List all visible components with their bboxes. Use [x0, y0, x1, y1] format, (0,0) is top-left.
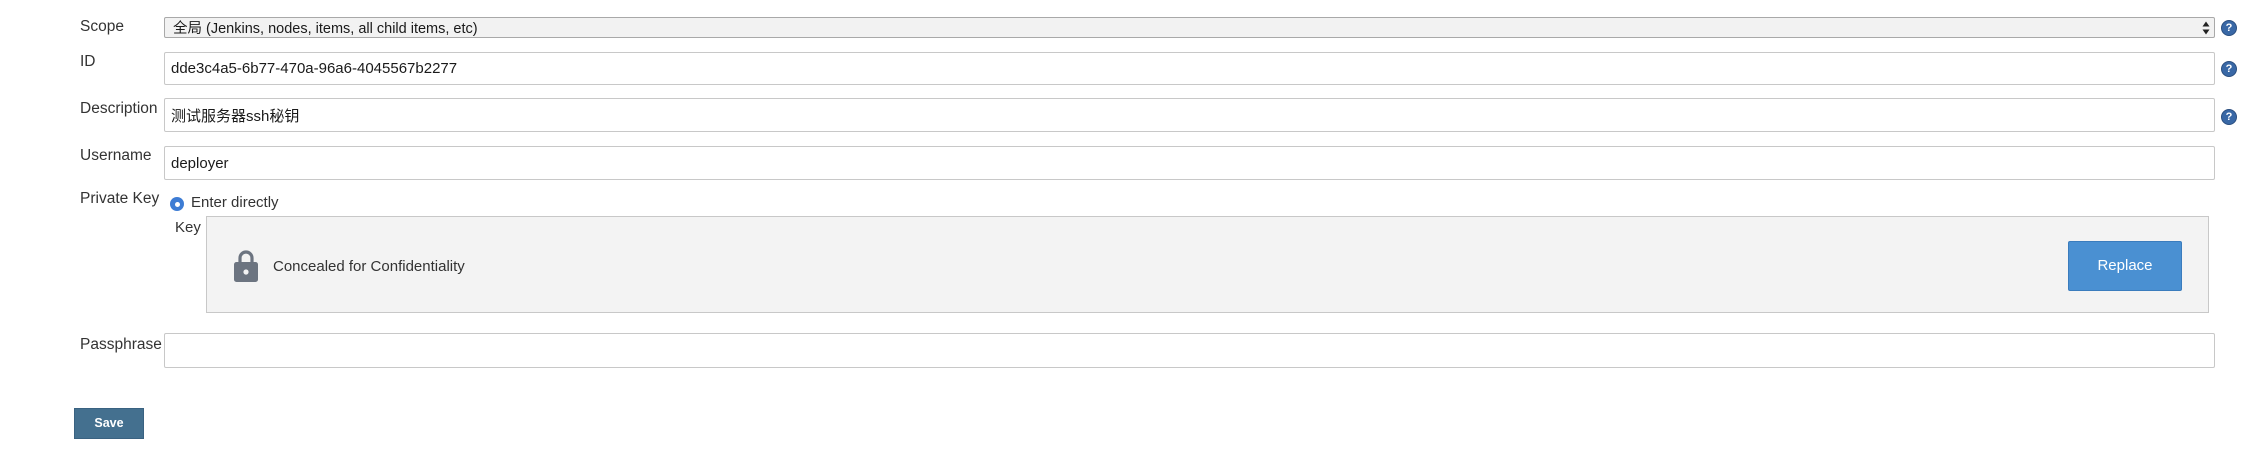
- username-input[interactable]: deployer: [164, 146, 2215, 180]
- description-label: Description: [80, 100, 158, 117]
- lock-icon: [234, 250, 258, 282]
- enter-directly-label: Enter directly: [191, 194, 279, 211]
- scope-select[interactable]: 全局 (Jenkins, nodes, items, all child ite…: [164, 17, 2215, 38]
- select-arrows-icon: [2202, 21, 2210, 35]
- scope-help-icon[interactable]: ?: [2221, 20, 2237, 36]
- username-label: Username: [80, 147, 152, 164]
- key-label: Key: [175, 219, 201, 236]
- description-input-value: 测试服务器ssh秘钥: [171, 107, 300, 125]
- passphrase-input[interactable]: [164, 333, 2215, 368]
- scope-selected-value: 全局 (Jenkins, nodes, items, all child ite…: [173, 21, 478, 37]
- username-input-value: deployer: [171, 154, 229, 172]
- save-button[interactable]: Save: [74, 408, 144, 439]
- private-key-panel: Concealed for Confidentiality Replace: [206, 216, 2209, 313]
- scope-label: Scope: [80, 18, 124, 35]
- id-input[interactable]: dde3c4a5-6b77-470a-96a6-4045567b2277: [164, 52, 2215, 85]
- description-input[interactable]: 测试服务器ssh秘钥: [164, 98, 2215, 132]
- id-input-value: dde3c4a5-6b77-470a-96a6-4045567b2277: [171, 60, 458, 77]
- passphrase-label: Passphrase: [80, 336, 162, 353]
- description-help-icon[interactable]: ?: [2221, 109, 2237, 125]
- enter-directly-radio[interactable]: [170, 197, 184, 211]
- id-help-icon[interactable]: ?: [2221, 61, 2237, 77]
- private-key-label: Private Key: [80, 190, 160, 207]
- replace-button[interactable]: Replace: [2068, 241, 2182, 291]
- concealed-text: Concealed for Confidentiality: [273, 258, 465, 275]
- credentials-form: Scope 全局 (Jenkins, nodes, items, all chi…: [0, 0, 2252, 462]
- id-label: ID: [80, 53, 96, 70]
